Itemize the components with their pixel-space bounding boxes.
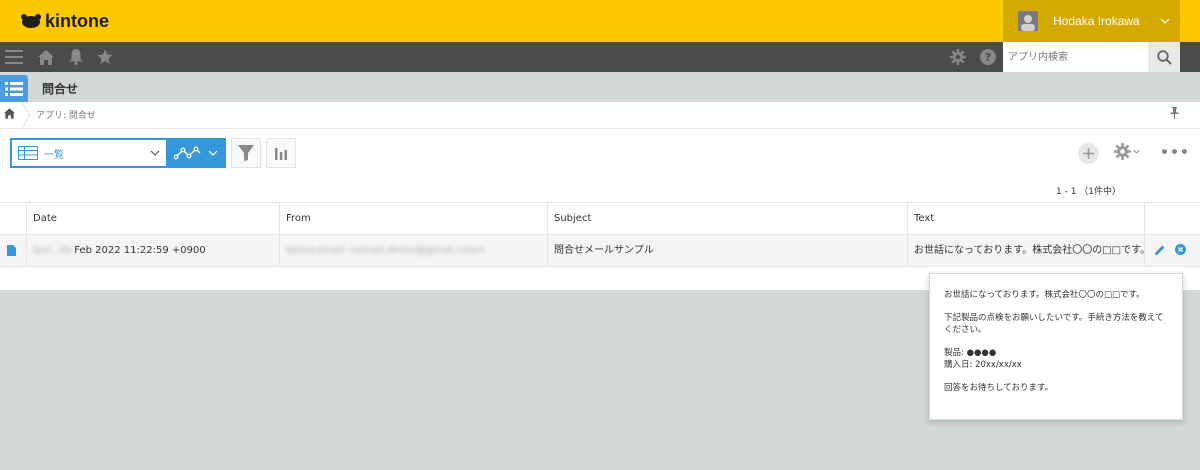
star-icon[interactable]: [95, 42, 115, 72]
gear-icon[interactable]: [948, 42, 968, 72]
graph-button[interactable]: [266, 138, 296, 168]
help-icon[interactable]: ?: [978, 42, 998, 72]
table-header: Date From Subject Text: [0, 202, 1200, 235]
app-list-icon[interactable]: [0, 75, 28, 103]
app-settings-button[interactable]: [1114, 143, 1140, 160]
search-input[interactable]: [1003, 42, 1148, 72]
record-detail-icon[interactable]: [7, 245, 16, 259]
filter-icon: [238, 145, 254, 161]
chevron-down-icon: [1133, 149, 1140, 154]
view-label: 一覧: [44, 149, 64, 161]
breadcrumb-home-icon[interactable]: [4, 108, 15, 122]
popup-line: 回答をお待ちしております。: [944, 383, 1054, 393]
cell-actions: [1144, 235, 1200, 266]
add-record-button[interactable]: [1078, 143, 1099, 164]
table-row[interactable]: Sun, 20 Feb 2022 11:22:59 +0900 demo.ema…: [0, 235, 1200, 267]
home-icon[interactable]: [36, 42, 56, 72]
line-graph-icon: [174, 146, 201, 160]
delete-record-icon[interactable]: [1175, 244, 1186, 258]
column-header-text[interactable]: Text: [907, 203, 1145, 234]
bell-icon[interactable]: [66, 42, 86, 72]
breadcrumb-app-link[interactable]: アプリ: 問合せ: [36, 108, 96, 121]
chevron-down-icon: [150, 150, 160, 156]
menu-icon[interactable]: [4, 42, 24, 72]
chevron-down-icon: [208, 150, 218, 156]
kintone-logo[interactable]: kintone: [20, 11, 109, 31]
text-preview-popup: お世話になっております。株式会社〇〇の□□です。 下記製品の点検をお願いしたいで…: [929, 273, 1183, 420]
graph-selector-button[interactable]: [168, 138, 226, 168]
column-header-date[interactable]: Date: [26, 203, 280, 234]
gear-icon: [1114, 143, 1131, 160]
cell-date-redacted: Sun, 20: [33, 245, 72, 256]
cell-from-redacted: demo.email <email.demo@gmail.com>: [286, 245, 487, 256]
bar-chart-icon: [275, 148, 287, 160]
search-button[interactable]: [1148, 42, 1180, 72]
popup-line: お世話になっております。株式会社〇〇の□□です。: [944, 290, 1145, 300]
svg-text:?: ?: [985, 51, 991, 64]
avatar: [1018, 11, 1038, 31]
column-header-from[interactable]: From: [279, 203, 547, 234]
breadcrumb-separator-icon: [21, 102, 31, 128]
column-header-subject[interactable]: Subject: [547, 203, 908, 234]
filter-button[interactable]: [231, 138, 261, 168]
cell-from: demo.email <email.demo@gmail.com>: [279, 235, 547, 266]
cell-text: お世話になっております。株式会社〇〇の□□です。…: [907, 235, 1145, 266]
popup-line: 製品: ●●●●: [944, 348, 997, 358]
user-name: Hodaka Irokawa: [1053, 14, 1140, 28]
popup-line: 購入日: 20xx/xx/xx: [944, 360, 1022, 370]
search-icon: [1156, 49, 1172, 65]
app-search: [1003, 42, 1180, 72]
cell-subject: 問合せメールサンプル: [547, 235, 908, 266]
column-header-actions: [1144, 203, 1200, 234]
cat-logo-icon: [21, 14, 41, 28]
edit-pencil-icon[interactable]: [1154, 244, 1166, 259]
app-title[interactable]: 問合せ: [42, 80, 78, 97]
user-menu[interactable]: Hodaka Irokawa: [1003, 0, 1180, 42]
app-header: [0, 72, 1200, 102]
cell-date: Sun, 20 Feb 2022 11:22:59 +0900: [26, 235, 280, 266]
popup-line: 下記製品の点検をお願いしたいです。手続き方法を教えてください。: [944, 313, 1164, 335]
pin-icon[interactable]: [1170, 107, 1179, 122]
breadcrumb: [0, 102, 1200, 129]
plus-icon: [1083, 148, 1094, 159]
more-options-icon[interactable]: •••: [1160, 145, 1190, 161]
table-view-icon: [18, 146, 38, 160]
cell-date-visible: Feb 2022 11:22:59 +0900: [74, 245, 206, 256]
logo-text: kintone: [45, 10, 110, 31]
pagination-count: 1 - 1 （1件中）: [1056, 187, 1122, 197]
view-selector[interactable]: 一覧: [10, 138, 168, 168]
chevron-down-icon: [1160, 16, 1180, 27]
